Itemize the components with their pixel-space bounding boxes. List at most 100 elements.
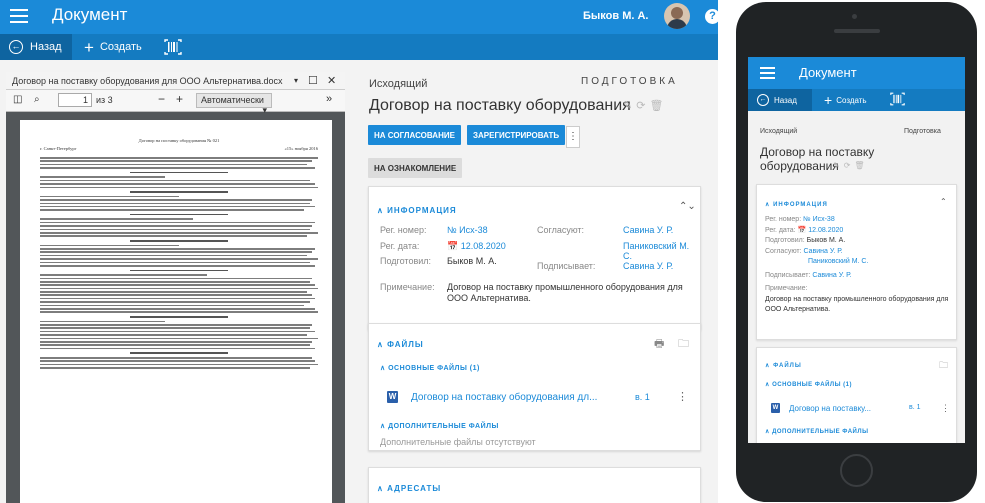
mobile-info-header[interactable]: ∧ ИНФОРМАЦИЯ (765, 201, 828, 208)
page-text-line (40, 251, 313, 253)
recipients-section-title: АДРЕСАТЫ (387, 484, 442, 493)
mobile-main-files-header[interactable]: ∧ ОСНОВНЫЕ ФАЙЛЫ (1) (765, 381, 852, 388)
mobile-files-title: ФАЙЛЫ (773, 363, 802, 369)
zoom-select[interactable]: Автоматически ▾ (196, 93, 272, 115)
viewer-file-name: Договор на поставку оборудования для ООО… (12, 76, 283, 86)
mobile-screen: Документ ← Назад + Создать Исходящий Под… (748, 57, 965, 443)
extra-files-header[interactable]: ∧ ДОПОЛНИТЕЛЬНЫЕ ФАЙЛЫ (380, 422, 499, 430)
page-city: г. Санкт-Петербург (40, 146, 77, 151)
file-name-link[interactable]: Договор на поставку оборудования дл... (411, 392, 597, 403)
folder-icon[interactable]: 🗀 (678, 335, 689, 354)
mobile-refresh-icon[interactable]: ⟳ (844, 161, 855, 170)
recipients-panel: ∧ АДРЕСАТЫ (368, 467, 701, 503)
main-files-header[interactable]: ∧ ОСНОВНЫЕ ФАЙЛЫ (1) (380, 364, 480, 372)
signer-value[interactable]: Савина У. Р. (623, 261, 673, 271)
barcode-button[interactable] (164, 34, 182, 60)
mobile-edit-icon[interactable]: ✎ (833, 161, 844, 170)
more-actions-button[interactable]: ⋮ (566, 126, 580, 148)
expand-icon[interactable]: ⌃⌄ (679, 201, 696, 212)
mobile-files-panel: ∧ ФАЙЛЫ 🗀 ∧ ОСНОВНЫЕ ФАЙЛЫ (1) W Договор… (756, 347, 957, 443)
mobile-file-name-link[interactable]: Договор на поставку... (789, 404, 871, 413)
create-button[interactable]: + Создать (84, 34, 142, 60)
mobile-reg-number-value[interactable]: № Исх-38 (803, 216, 835, 223)
files-section-title: ФАЙЛЫ (387, 340, 424, 349)
phone-home-button[interactable] (840, 454, 873, 487)
document-viewer[interactable]: Договор на поставку оборудования для ООО… (6, 72, 345, 503)
page-text-line (40, 327, 310, 329)
title-actions: ✎⟳🗑 (623, 99, 667, 112)
mobile-menu-icon[interactable] (760, 67, 775, 79)
print-icon[interactable]: 🖶 (654, 335, 664, 354)
viewer-close-icon[interactable]: ✕ (327, 74, 336, 87)
create-label: Создать (99, 41, 142, 53)
page-number-input[interactable]: 1 (58, 93, 92, 107)
recipients-section-header[interactable]: ∧ АДРЕСАТЫ (377, 484, 441, 493)
user-name[interactable]: Быков М. А. (583, 10, 648, 22)
mobile-extra-files-title: ДОПОЛНИТЕЛЬНЫЕ ФАЙЛЫ (772, 429, 869, 435)
zoom-value: Автоматически (201, 95, 264, 105)
barcode-icon (164, 39, 182, 55)
page-text-line (40, 176, 166, 178)
sidebar-toggle-icon[interactable]: ◫ (13, 94, 22, 105)
menu-icon[interactable] (10, 9, 28, 23)
mobile-barcode-button[interactable] (890, 92, 905, 108)
page-text-line (40, 157, 318, 159)
page-text-line (130, 269, 228, 272)
send-approval-button[interactable]: НА СОГЛАСОВАНИЕ (368, 125, 461, 145)
reg-number-value[interactable]: № Исх-38 (447, 225, 488, 235)
mobile-files-header[interactable]: ∧ ФАЙЛЫ (765, 362, 802, 369)
viewer-search-icon[interactable]: ⌕ (34, 94, 40, 105)
delete-icon[interactable]: 🗑 (649, 100, 667, 112)
reg-date-value[interactable]: 📅 12.08.2020 (447, 241, 506, 252)
page-text-line (40, 308, 316, 310)
mobile-back-button[interactable]: ← Назад (748, 89, 812, 111)
mobile-folder-icon[interactable]: 🗀 (939, 358, 948, 374)
mobile-file-menu-icon[interactable]: ⋮ (941, 403, 950, 414)
mobile-create-button[interactable]: + Создать (824, 89, 867, 111)
info-section-header[interactable]: ∧ ИНФОРМАЦИЯ (377, 206, 457, 215)
zoom-out-icon[interactable]: − (158, 92, 165, 106)
viewer-dropdown-icon[interactable]: ▾ (294, 76, 298, 85)
register-button[interactable]: ЗАРЕГИСТРИРОВАТЬ (467, 125, 566, 145)
page-text-line (130, 171, 228, 174)
page-date: «15» ноября 2016 (284, 146, 318, 151)
mobile-approver-1[interactable]: Савина У. Р. (804, 248, 843, 255)
extra-files-empty: Дополнительные файлы отсутствуют (380, 437, 536, 447)
viewer-window-icon[interactable]: ☐ (308, 74, 318, 87)
mobile-signer-value[interactable]: Савина У. Р. (812, 272, 851, 279)
refresh-icon[interactable]: ⟳ (636, 100, 649, 112)
mobile-approver-2[interactable]: Паниковский М. С. (765, 257, 955, 268)
file-menu-icon[interactable]: ⋮ (677, 390, 688, 403)
zoom-in-icon[interactable]: + (176, 92, 183, 106)
mobile-header: Документ (748, 57, 965, 89)
mobile-expand-icon[interactable]: ⌃ (940, 197, 947, 206)
mobile-delete-icon[interactable]: 🗑 (854, 161, 868, 170)
mobile-file-version[interactable]: в. 1 (909, 404, 921, 411)
approver-1[interactable]: Савина У. Р. (623, 225, 673, 235)
mobile-toolbar: ← Назад + Создать (748, 89, 965, 111)
mobile-extra-files-header[interactable]: ∧ ДОПОЛНИТЕЛЬНЫЕ ФАЙЛЫ (765, 428, 868, 435)
help-icon[interactable]: ? (705, 9, 718, 24)
mobile-reg-date-row: Рег. дата: 📅 12.08.2020 (765, 226, 955, 237)
avatar[interactable] (664, 3, 690, 29)
page-text-line (40, 235, 307, 238)
mobile-plus-icon: + (824, 92, 833, 108)
page-text-line (40, 221, 316, 224)
page-text-line (40, 261, 310, 264)
file-version[interactable]: в. 1 (635, 392, 650, 402)
page-text-line (40, 254, 307, 257)
approver-2[interactable]: Паниковский М. С. (623, 241, 700, 261)
mobile-reg-date-text: 12.08.2020 (808, 226, 844, 234)
files-section-header[interactable]: ∧ ФАЙЛЫ (377, 340, 424, 349)
viewer-more-icon[interactable]: » (326, 93, 332, 105)
mobile-reg-date-value[interactable]: 📅 12.08.2020 (798, 227, 844, 234)
page-title: Договор на поставку оборудования (369, 97, 631, 114)
mobile-title-actions: ✎⟳🗑 (833, 161, 869, 170)
back-button[interactable]: ← Назад (0, 34, 72, 60)
send-review-button[interactable]: НА ОЗНАКОМЛЕНИЕ (368, 158, 463, 178)
note-value: Договор на поставку промышленного оборуд… (447, 282, 683, 303)
page-text-line (40, 347, 316, 350)
viewer-controls: ◫ ⌕ 1 из 3 − + Автоматически ▾ » (6, 90, 345, 115)
info-section-title: ИНФОРМАЦИЯ (387, 206, 457, 215)
edit-icon[interactable]: ✎ (623, 100, 636, 112)
